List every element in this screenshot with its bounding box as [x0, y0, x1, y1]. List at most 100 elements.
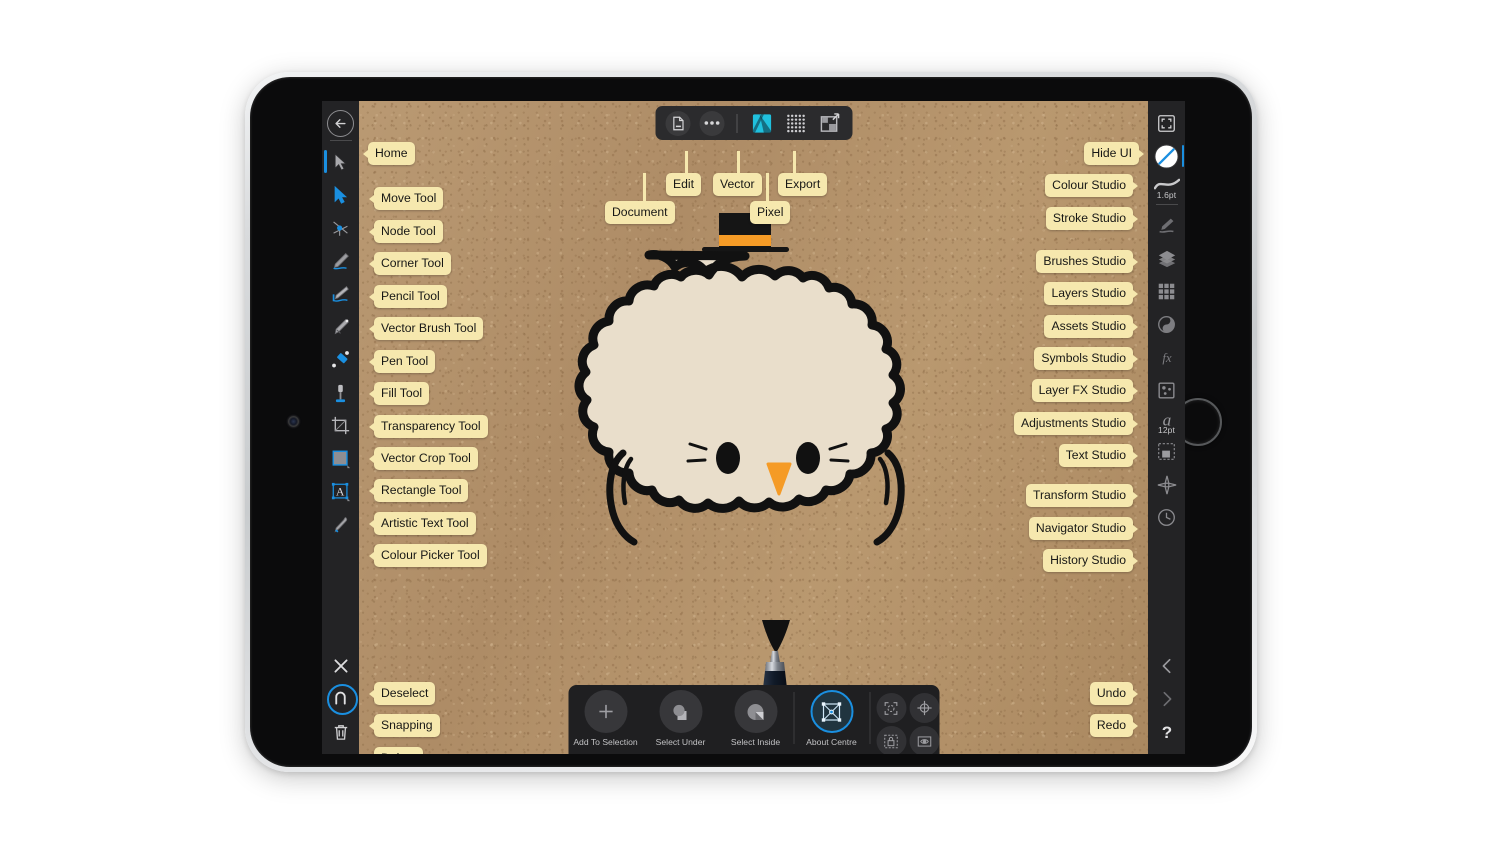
about-centre-icon	[821, 701, 842, 722]
tooltip-vector-crop-tool: Vector Crop Tool	[369, 447, 478, 471]
select-under-icon	[673, 704, 687, 720]
studio-brushes[interactable]	[1148, 209, 1185, 242]
stylus-nib	[770, 651, 780, 663]
tooltip-brushes-studio: Brushes Studio	[1036, 250, 1138, 274]
tool-rectangle[interactable]	[322, 442, 359, 475]
tooltip-layer-fx-studio: Layer FX Studio	[1031, 379, 1139, 403]
toolbar-divider	[736, 113, 737, 133]
top-toolbar	[655, 106, 852, 140]
lock-bounds-button[interactable]	[876, 726, 906, 754]
action-undo[interactable]	[1148, 649, 1185, 682]
studio-hide-ui[interactable]	[1148, 107, 1185, 140]
app-screen: A 1.6pt fx a 12pt ? Add To Selection Sel…	[322, 101, 1185, 754]
tool-artistic-text[interactable]: A	[322, 475, 359, 508]
front-camera-icon	[288, 416, 299, 427]
mode-select-inside[interactable]: Select Inside	[718, 690, 793, 747]
toolbar-edit-button[interactable]	[699, 110, 724, 136]
fit-selection-button[interactable]	[876, 693, 906, 723]
tooltip-delete: Delete	[374, 747, 424, 754]
view-eye-button[interactable]	[909, 726, 939, 754]
studio-adjustments[interactable]	[1148, 374, 1185, 407]
symbols-circle-icon	[1158, 316, 1175, 333]
tool-colour-picker[interactable]	[322, 508, 359, 541]
tooltip-export: Export	[778, 150, 828, 197]
document-icon	[672, 116, 684, 130]
select-under-label: Select Under	[655, 737, 706, 747]
mode-add-to-selection[interactable]: Add To Selection	[568, 690, 643, 747]
tool-vector-brush[interactable]	[322, 277, 359, 310]
tool-pencil[interactable]	[322, 244, 359, 277]
tooltip-navigator-studio: Navigator Studio	[1028, 517, 1139, 541]
screenshot-stage: A 1.6pt fx a 12pt ? Add To Selection Sel…	[0, 0, 1500, 844]
select-inside-label: Select Inside	[730, 737, 781, 747]
studio-text[interactable]: a	[1148, 407, 1185, 430]
action-snapping[interactable]	[322, 682, 359, 715]
target-crosshair-icon	[916, 700, 932, 716]
close-x-icon	[333, 658, 348, 673]
toolbar-document-button[interactable]	[665, 110, 690, 136]
tooltip-text-studio: Text Studio	[1058, 444, 1139, 468]
tool-pen[interactable]	[322, 310, 359, 343]
about-centre-button[interactable]	[810, 690, 853, 733]
studio-transform[interactable]	[1148, 435, 1185, 468]
affinity-persona-icon	[752, 113, 771, 133]
right-studio-rail: 1.6pt fx a 12pt ?	[1148, 101, 1185, 754]
studio-symbols[interactable]	[1148, 308, 1185, 341]
tool-transparency[interactable]	[322, 376, 359, 409]
tooltip-rectangle-tool: Rectangle Tool	[368, 479, 469, 503]
export-icon	[820, 112, 839, 132]
add-to-selection-button[interactable]	[584, 690, 627, 733]
tooltip-snapping: Snapping	[369, 714, 440, 738]
tool-corner[interactable]	[322, 211, 359, 244]
svg-text:A: A	[335, 484, 344, 498]
toolbar-vector-persona-button[interactable]	[749, 111, 774, 136]
artistic-text-icon: A	[331, 482, 350, 501]
ellipsis-icon	[704, 121, 719, 125]
rail-divider	[329, 140, 352, 141]
add-to-selection-label: Add To Selection	[573, 737, 638, 747]
lock-bounds-icon	[884, 734, 898, 748]
toolbar-pixel-persona-button[interactable]	[783, 111, 808, 136]
tooltip-history-studio: History Studio	[1043, 549, 1138, 573]
studio-history[interactable]	[1148, 501, 1185, 534]
tooltip-fill-tool: Fill Tool	[368, 382, 430, 406]
toolbar-export-persona-button[interactable]	[817, 111, 842, 136]
action-deselect[interactable]	[322, 649, 359, 682]
tool-fill[interactable]	[322, 343, 359, 376]
tooltip-node-tool: Node Tool	[369, 220, 443, 244]
bottom-bar-divider-2	[869, 692, 870, 744]
home-back-button[interactable]	[327, 110, 354, 137]
chevron-left-icon	[1162, 658, 1171, 673]
target-crosshair-button[interactable]	[909, 693, 939, 723]
eyedropper-icon	[334, 517, 348, 533]
svg-text:a: a	[1162, 410, 1171, 429]
tooltip-corner-tool: Corner Tool	[369, 252, 451, 276]
tooltip-move-tool: Move Tool	[368, 187, 444, 211]
studio-navigator[interactable]	[1148, 468, 1185, 501]
tooltip-edit: Edit	[666, 150, 702, 197]
pen-nib-icon	[334, 318, 349, 335]
mode-about-centre[interactable]: About Centre	[794, 690, 869, 747]
tool-move[interactable]	[322, 145, 359, 178]
tooltip-layers-studio: Layers Studio	[1044, 282, 1138, 306]
vector-brush-icon	[332, 285, 349, 302]
action-delete[interactable]	[322, 715, 359, 748]
studio-layer-fx[interactable]: fx	[1148, 341, 1185, 374]
action-help[interactable]: ?	[1148, 715, 1185, 748]
select-under-button[interactable]	[659, 690, 702, 733]
studio-assets[interactable]	[1148, 275, 1185, 308]
tool-vector-crop[interactable]	[322, 409, 359, 442]
mode-select-under[interactable]: Select Under	[643, 690, 718, 747]
studio-layers[interactable]	[1148, 242, 1185, 275]
tooltip-pixel: Pixel	[750, 172, 791, 225]
select-inside-button[interactable]	[734, 690, 777, 733]
studio-stroke[interactable]	[1148, 173, 1185, 195]
action-redo[interactable]	[1148, 682, 1185, 715]
pencil-icon	[333, 252, 349, 270]
tool-node[interactable]	[322, 178, 359, 211]
studio-colour[interactable]	[1148, 140, 1185, 173]
brush-icon	[1159, 218, 1174, 233]
tooltip-deselect: Deselect	[368, 682, 436, 706]
ipad-bezel: A 1.6pt fx a 12pt ? Add To Selection Sel…	[250, 77, 1252, 767]
bottom-context-toolbar: Add To Selection Select Under Select Ins…	[568, 685, 939, 754]
